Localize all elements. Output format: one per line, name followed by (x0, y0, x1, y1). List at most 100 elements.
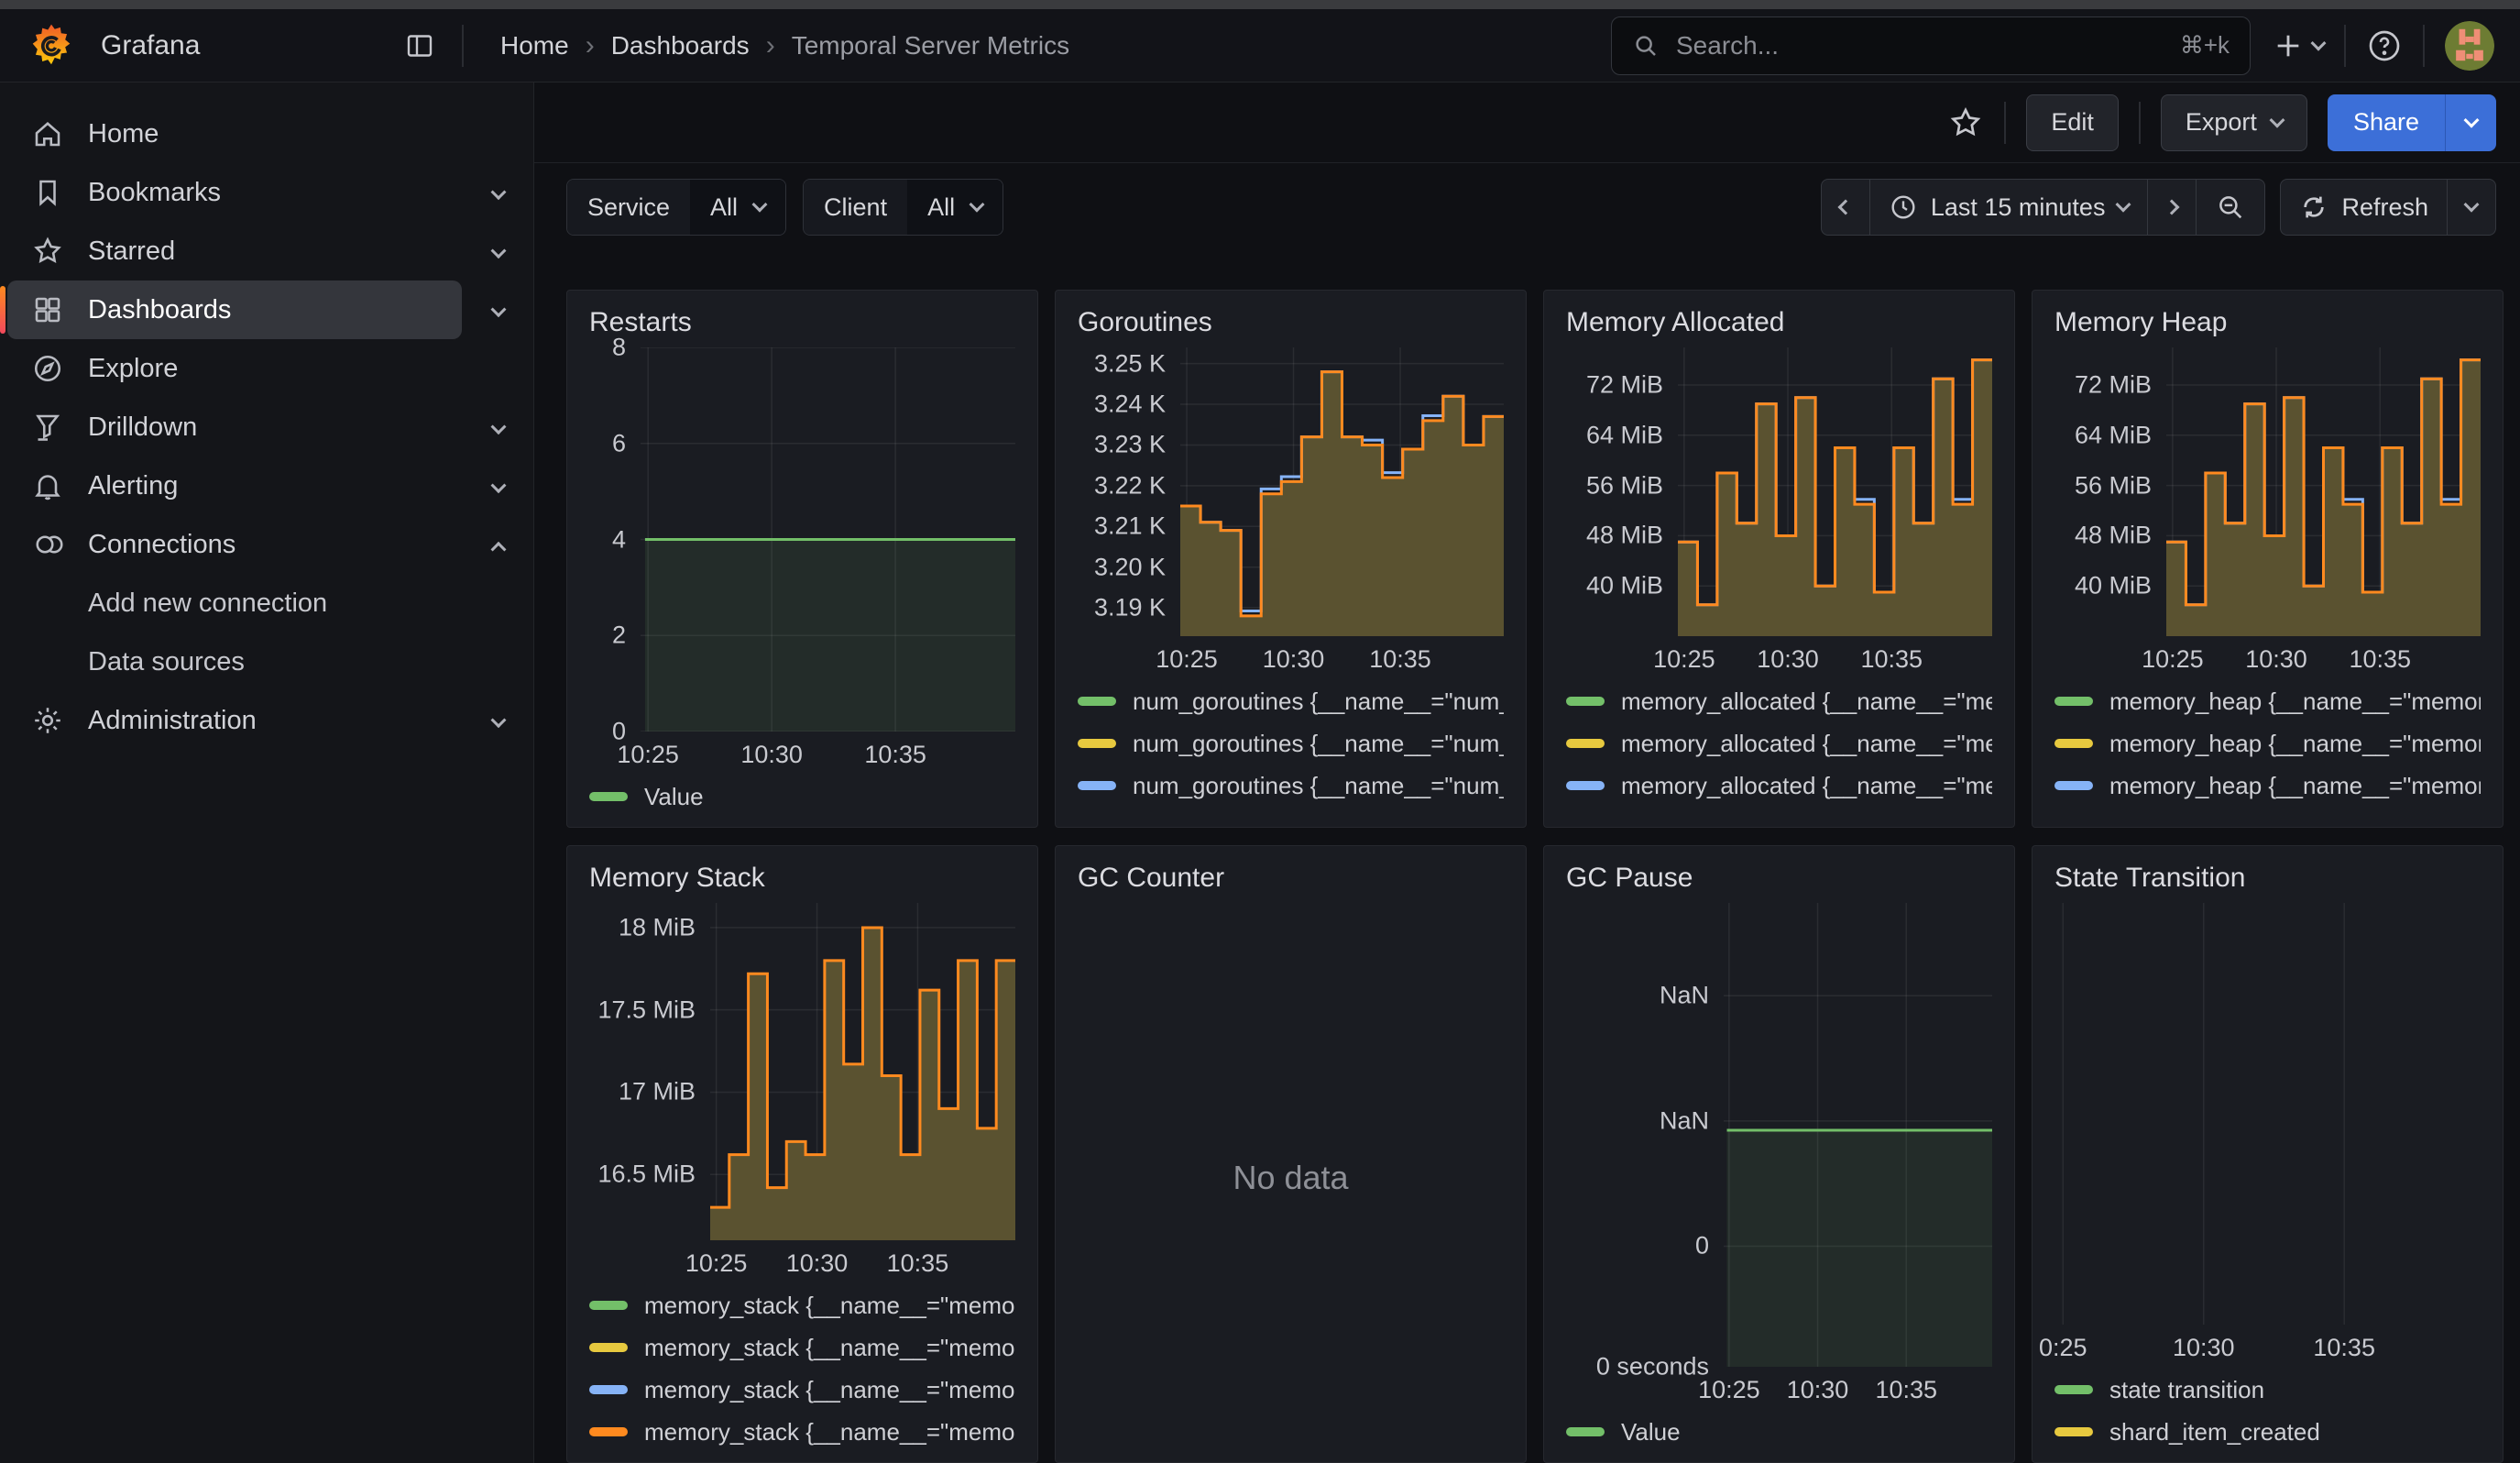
refresh-interval-button[interactable] (2447, 180, 2495, 235)
sidebar-item-dashboards[interactable]: Dashboards (7, 280, 462, 339)
time-zoom-out-button[interactable] (2196, 180, 2264, 235)
panel-title[interactable]: Goroutines (1078, 307, 1504, 338)
y-axis-label: 18 MiB (619, 913, 696, 941)
client-value[interactable]: All (907, 180, 1003, 235)
legend-item[interactable]: memory_heap {__name__="memory_h (2054, 764, 2481, 807)
x-axis-label: 10:25 (1156, 645, 1218, 674)
panel-title[interactable]: Memory Stack (589, 863, 1015, 894)
plot-area[interactable] (710, 903, 1015, 1240)
sidebar-item-bookmarks[interactable]: Bookmarks (7, 163, 462, 222)
share-menu-button[interactable] (2445, 94, 2496, 151)
panel-title[interactable]: GC Counter (1078, 863, 1504, 894)
sidebar: Home BookmarksStarredDashboardsExploreDri… (0, 82, 534, 1463)
time-shift-back-button[interactable] (1822, 180, 1869, 235)
sidebar-item-explore[interactable]: Explore (7, 339, 462, 398)
legend-item[interactable]: shard_item_created (2054, 1411, 2481, 1453)
x-axis-label: 10:25 (617, 741, 679, 769)
legend-item[interactable]: Value (1566, 1411, 1992, 1453)
share-button[interactable]: Share (2328, 94, 2496, 151)
search-icon (1632, 32, 1660, 60)
sidebar-item-expand-bookmarks[interactable] (484, 169, 513, 217)
sidebar-item-expand-dashboards[interactable] (484, 286, 513, 335)
legend: memory_heap {__name__="memory_hmemory_he… (2054, 680, 2481, 818)
plot-area[interactable] (1180, 347, 1504, 636)
gear-icon (31, 704, 64, 737)
time-range-picker[interactable]: Last 15 minutes (1869, 180, 2148, 235)
legend-item[interactable]: memory_heap {__name__="memory_h (2054, 722, 2481, 764)
sidebar-item-home[interactable]: Home (7, 104, 462, 163)
sidebar-item-expand-starred[interactable] (484, 227, 513, 276)
y-axis-label: 3.20 K (1094, 553, 1166, 581)
plot-area[interactable] (1724, 903, 1992, 1367)
sidebar-item-connections[interactable]: Connections (7, 515, 462, 574)
chart-memory-allocated: 72 MiB64 MiB56 MiB48 MiB40 MiB10:2510:30… (1566, 347, 1992, 676)
panel-title[interactable]: Memory Heap (2054, 307, 2481, 338)
legend-item[interactable]: state transition (2054, 1369, 2481, 1411)
y-axis-label: 56 MiB (2075, 471, 2152, 500)
chart-goroutines: 3.25 K3.24 K3.23 K3.22 K3.21 K3.20 K3.19… (1078, 347, 1504, 676)
sidebar-item-administration[interactable]: Administration (7, 691, 462, 750)
time-shift-forward-button[interactable] (2147, 180, 2196, 235)
service-variable[interactable]: Service All (566, 179, 786, 236)
legend-item[interactable]: memory_allocated {__name__="memo (1566, 680, 1992, 722)
legend-item[interactable]: memory_stack {__name__="memory_s (589, 1369, 1015, 1411)
sidebar-item-drilldown[interactable]: Drilldown (7, 398, 462, 456)
legend-item[interactable]: memory_allocated {__name__="memo (1566, 807, 1992, 818)
legend-item[interactable]: memory_heap {__name__="memory_h (2054, 807, 2481, 818)
sidebar-item-expand-alerting[interactable] (484, 462, 513, 511)
panel-title[interactable]: Restarts (589, 307, 1015, 338)
legend: Value (1566, 1411, 1992, 1453)
refresh-button[interactable]: Refresh (2281, 180, 2447, 235)
legend-item[interactable]: memory_stack {__name__="memory_s (589, 1326, 1015, 1369)
sidebar-item-add-new-connection[interactable]: Add new connection (7, 574, 462, 632)
edit-button[interactable]: Edit (2026, 94, 2119, 151)
sidebar-item-label: Home (88, 119, 159, 149)
chart-memory-heap: 72 MiB64 MiB56 MiB48 MiB40 MiB10:2510:30… (2054, 347, 2481, 676)
plot-area[interactable] (2054, 903, 2481, 1325)
legend-item[interactable]: num_goroutines {__name__="num_go (1078, 680, 1504, 722)
legend-label: memory_allocated {__name__="memo (1621, 730, 1992, 758)
legend-item[interactable]: memory_heap {__name__="memory_h (2054, 680, 2481, 722)
service-value[interactable]: All (690, 180, 785, 235)
sidebar-item-expand-connections[interactable] (484, 521, 513, 569)
legend-item[interactable]: num_goroutines {__name__="num_go (1078, 722, 1504, 764)
panel-title[interactable]: State Transition (2054, 863, 2481, 894)
legend-label: memory_stack {__name__="memory_s (644, 1334, 1015, 1362)
chart-restarts: 8642010:2510:3010:35 (589, 347, 1015, 772)
export-button[interactable]: Export (2161, 94, 2307, 151)
add-button[interactable] (2273, 30, 2324, 61)
legend-item[interactable]: Value (589, 776, 1015, 818)
breadcrumb-item-dashboards[interactable]: Dashboards (611, 31, 750, 60)
help-button[interactable] (2366, 28, 2403, 64)
service-chevron-icon (752, 197, 768, 213)
legend-item[interactable]: num_goroutines {__name__="num_go (1078, 764, 1504, 807)
favorite-star-icon[interactable] (1947, 104, 1984, 141)
search-box[interactable]: ⌘+k (1611, 16, 2251, 75)
legend-item[interactable]: memory_stack {__name__="memory_s (589, 1411, 1015, 1453)
legend-item[interactable]: num_goroutines {__name__="num_go (1078, 807, 1504, 818)
legend-item[interactable]: memory_stack {__name__="memory_s (589, 1284, 1015, 1326)
sidebar-toggle-icon[interactable] (403, 29, 436, 62)
panel-title[interactable]: Memory Allocated (1566, 307, 1992, 338)
plot-area[interactable] (1678, 347, 1992, 636)
search-input[interactable] (1674, 30, 2165, 61)
breadcrumb-item-home[interactable]: Home (500, 31, 569, 60)
x-axis: 10:2510:3010:35 (1180, 636, 1504, 676)
sidebar-item-starred[interactable]: Starred (7, 222, 462, 280)
legend-item[interactable]: memory_allocated {__name__="memo (1566, 764, 1992, 807)
panel-title[interactable]: GC Pause (1566, 863, 1992, 894)
sidebar-item-data-sources[interactable]: Data sources (7, 632, 462, 691)
share-label[interactable]: Share (2328, 94, 2445, 151)
y-axis-label: NaN (1660, 982, 1709, 1010)
sidebar-item-expand-administration[interactable] (484, 697, 513, 745)
chart-gc-counter: No data (1078, 903, 1504, 1453)
plot-area[interactable] (2166, 347, 2481, 636)
panel-memory-heap: Memory Heap 72 MiB64 MiB56 MiB48 MiB40 M… (2032, 290, 2504, 828)
header-actions-divider (2344, 25, 2346, 67)
plot-area[interactable] (641, 347, 1015, 732)
sidebar-item-alerting[interactable]: Alerting (7, 456, 462, 515)
client-variable[interactable]: Client All (803, 179, 1003, 236)
avatar[interactable] (2445, 21, 2494, 71)
sidebar-item-expand-drilldown[interactable] (484, 403, 513, 452)
legend-item[interactable]: memory_allocated {__name__="memo (1566, 722, 1992, 764)
